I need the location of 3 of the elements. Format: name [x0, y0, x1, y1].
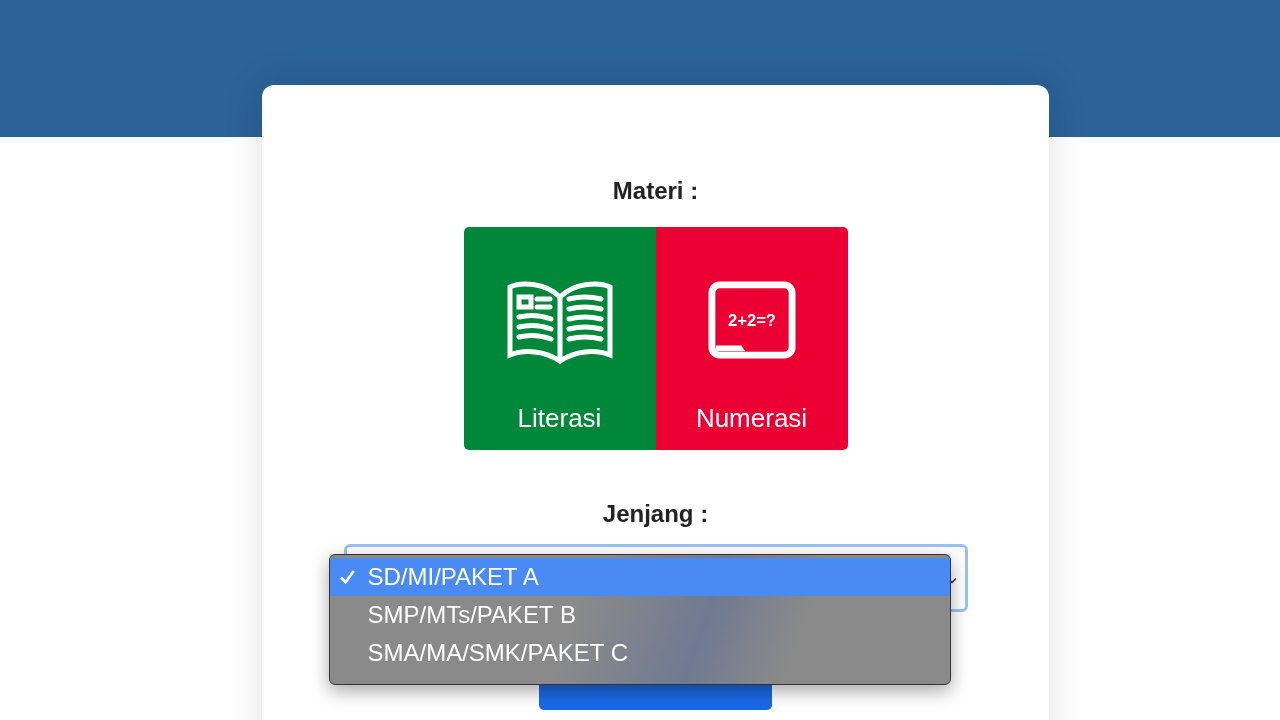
section-label: Materi : — [612, 177, 699, 205]
section-label: Jenjang : — [602, 500, 709, 528]
chalkboard-icon: 2+2=? — [707, 280, 796, 360]
